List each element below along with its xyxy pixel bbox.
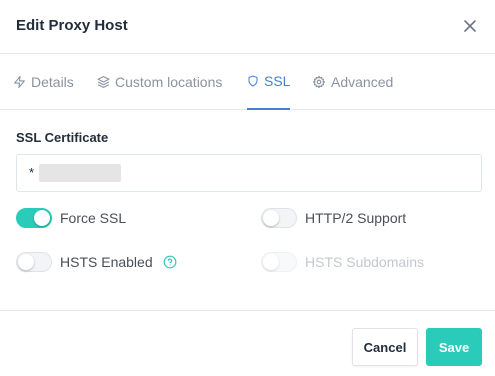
modal-title: Edit Proxy Host <box>16 17 128 34</box>
hsts-enabled-label: HSTS Enabled <box>60 254 153 270</box>
tab-details[interactable]: Details <box>13 54 74 110</box>
zap-icon <box>14 76 25 88</box>
save-button[interactable]: Save <box>426 328 482 366</box>
hsts-subdomains-label: HSTS Subdomains <box>305 254 425 270</box>
hsts-enabled-switch[interactable] <box>16 252 52 272</box>
tab-details-label: Details <box>31 74 74 90</box>
modal-header: Edit Proxy Host <box>0 0 495 54</box>
tab-advanced[interactable]: Advanced <box>312 54 393 110</box>
tab-ssl[interactable]: SSL <box>247 54 291 110</box>
redacted-certificate-name <box>39 164 121 182</box>
http2-support-switch[interactable] <box>261 208 297 228</box>
gear-icon <box>312 75 326 89</box>
help-icon[interactable] <box>163 255 177 269</box>
force-ssl-toggle[interactable]: Force SSL <box>16 208 126 228</box>
hsts-subdomains-switch <box>261 252 297 272</box>
tab-advanced-label: Advanced <box>331 74 394 90</box>
ssl-certificate-select[interactable]: * <box>16 154 482 192</box>
tab-custom-locations-label: Custom locations <box>115 74 223 90</box>
hsts-enabled-toggle[interactable]: HSTS Enabled <box>16 252 177 272</box>
hsts-subdomains-toggle: HSTS Subdomains <box>261 252 424 272</box>
ssl-certificate-label: SSL Certificate <box>16 130 109 145</box>
tab-custom-locations[interactable]: Custom locations <box>97 54 222 110</box>
ssl-certificate-value: * <box>29 165 35 180</box>
force-ssl-label: Force SSL <box>60 210 127 226</box>
layers-icon <box>97 76 110 88</box>
cancel-button[interactable]: Cancel <box>352 328 418 366</box>
force-ssl-switch[interactable] <box>16 208 52 228</box>
close-icon <box>464 20 476 32</box>
close-button[interactable] <box>460 16 480 36</box>
shield-icon <box>248 75 258 87</box>
edit-proxy-host-modal: Edit Proxy Host Details Custom locations <box>0 0 495 376</box>
http2-support-label: HTTP/2 Support <box>305 210 407 226</box>
tab-ssl-label: SSL <box>264 73 291 89</box>
http2-support-toggle[interactable]: HTTP/2 Support <box>261 208 406 228</box>
tab-bar: Details Custom locations SSL Advanced <box>0 54 495 110</box>
modal-footer: Cancel Save <box>0 310 495 376</box>
